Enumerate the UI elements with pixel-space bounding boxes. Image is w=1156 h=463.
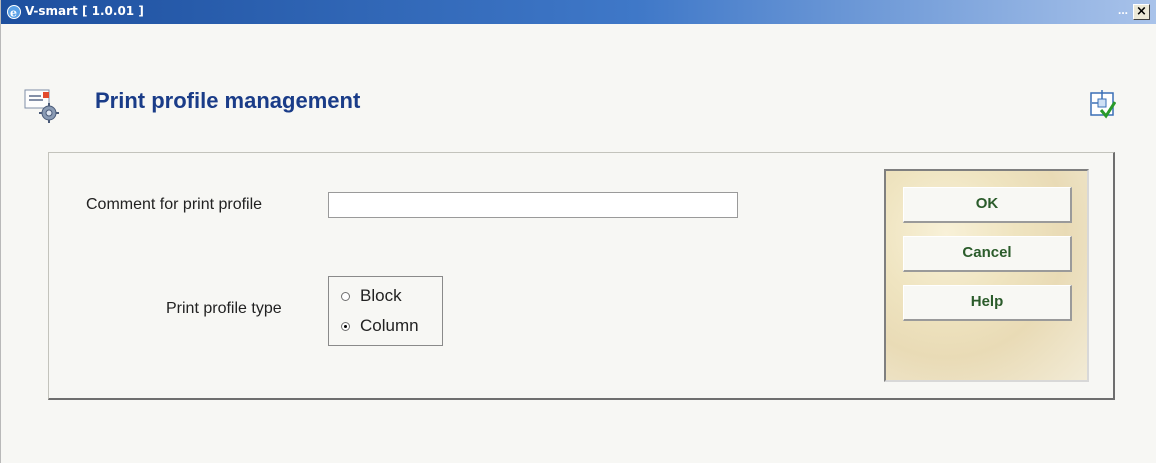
print-profile-type-radio-group: Block Column <box>328 276 443 346</box>
window-title-dots: ... <box>1118 3 1129 17</box>
page-title: Print profile management <box>95 88 361 113</box>
radio-column-circle[interactable] <box>341 321 350 331</box>
radio-column[interactable]: Column <box>341 315 419 337</box>
help-button[interactable]: Help <box>903 285 1072 321</box>
radio-block-circle[interactable] <box>341 291 350 301</box>
app-window: e V-smart [ 1.0.01 ] ... × Print profile… <box>0 0 1156 463</box>
radio-block-label: Block <box>360 286 402 305</box>
window-title: V-smart [ 1.0.01 ] <box>25 4 144 18</box>
print-profile-icon <box>24 89 59 123</box>
close-button[interactable]: × <box>1133 4 1150 20</box>
svg-text:e: e <box>10 7 17 20</box>
title-bar[interactable]: e V-smart [ 1.0.01 ] ... × <box>1 0 1156 24</box>
ie-icon: e <box>7 5 21 20</box>
confirm-check-icon[interactable] <box>1090 90 1116 120</box>
ok-button[interactable]: OK <box>903 187 1072 223</box>
cancel-button[interactable]: Cancel <box>903 236 1072 272</box>
comment-label: Comment for print profile <box>86 196 263 213</box>
radio-column-label: Column <box>360 316 419 335</box>
comment-input[interactable] <box>328 192 738 218</box>
radio-block[interactable]: Block <box>341 285 402 307</box>
close-icon: × <box>1136 4 1147 19</box>
print-profile-type-label: Print profile type <box>166 300 282 317</box>
